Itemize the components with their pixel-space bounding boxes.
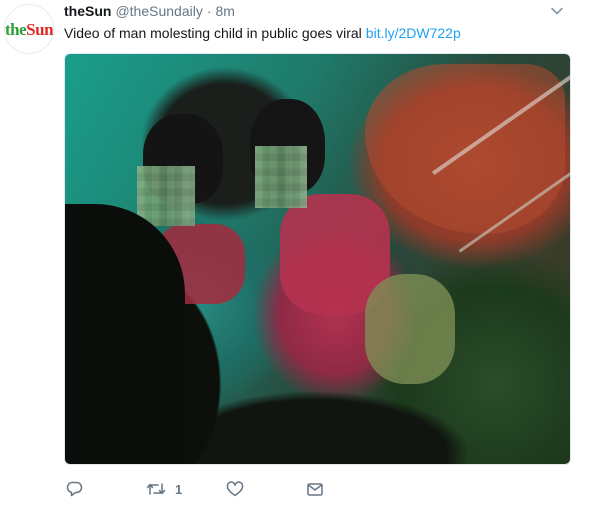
timestamp[interactable]: 8m <box>216 3 235 19</box>
user-handle[interactable]: @theSundaily <box>115 3 202 19</box>
tweet-body: Video of man molesting child in public g… <box>64 25 362 41</box>
display-name[interactable]: theSun <box>64 3 111 19</box>
tweet-link[interactable]: bit.ly/2DW722p <box>366 25 461 41</box>
avatar[interactable]: theSun <box>4 4 54 54</box>
chevron-down-icon[interactable] <box>550 4 564 18</box>
pixelated-blur <box>255 146 307 208</box>
retweet-icon <box>146 480 166 498</box>
direct-message-button[interactable] <box>306 480 324 498</box>
bg-decoration <box>365 274 455 384</box>
tweet-actions: 1 <box>64 480 524 500</box>
tweet-header: theSun @theSundaily · 8m <box>64 3 235 23</box>
video-thumbnail[interactable] <box>64 53 571 465</box>
bg-decoration <box>65 204 185 464</box>
reply-button[interactable] <box>66 480 84 498</box>
heart-icon <box>226 480 244 498</box>
tweet[interactable]: theSun theSun @theSundaily · 8m Video of… <box>0 0 608 512</box>
tweet-text: Video of man molesting child in public g… <box>64 25 461 41</box>
thesun-logo: theSun <box>4 19 54 39</box>
retweet-button[interactable]: 1 <box>146 480 182 498</box>
envelope-icon <box>306 480 324 498</box>
pixelated-blur <box>137 166 195 226</box>
like-button[interactable] <box>226 480 244 498</box>
reply-icon <box>66 480 84 498</box>
retweet-count: 1 <box>175 481 183 497</box>
separator-dot: · <box>206 3 212 19</box>
